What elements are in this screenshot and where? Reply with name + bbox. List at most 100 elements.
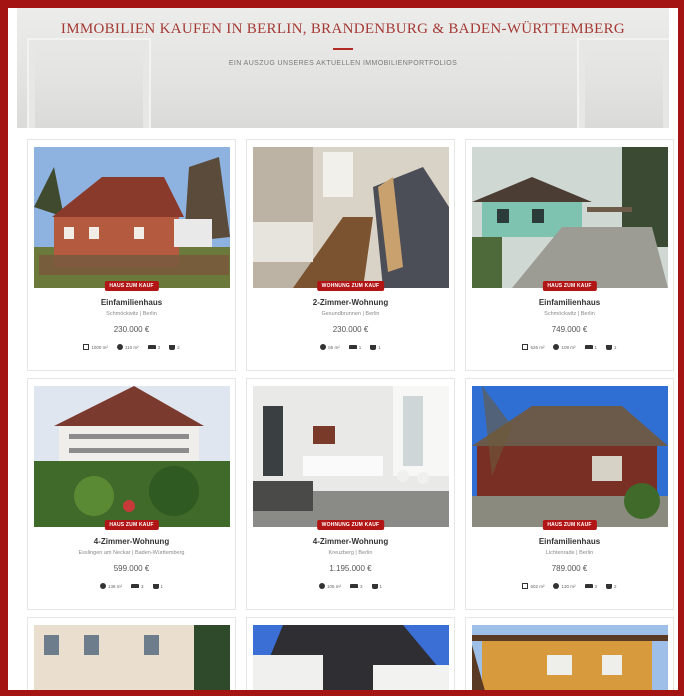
listing-features: 602 m² 130 m² 3 2 xyxy=(466,583,673,589)
area-icon xyxy=(522,583,529,589)
feature-value: 3 xyxy=(359,583,363,589)
listing-price: 749.000 € xyxy=(551,325,588,334)
listing-badge: HAUS ZUM KAUF xyxy=(542,281,597,291)
listing-card[interactable]: HAUS ZUM KAUF Einfamilienhaus Lichtenrad… xyxy=(465,378,674,610)
listing-photo[interactable] xyxy=(34,625,230,690)
hero-wall-panel xyxy=(577,38,669,128)
page-title: IMMOBILIEN KAUFEN IN BERLIN, BRANDENBURG… xyxy=(60,21,626,37)
bath-icon xyxy=(371,583,378,589)
feature-living: 109 m² xyxy=(553,344,576,350)
listing-title[interactable]: Einfamilienhaus xyxy=(28,298,235,307)
page-subtitle: EIN AUSZUG UNSERES AKTUELLEN IMMOBILIENP… xyxy=(228,60,458,67)
feature-rooms: 3 xyxy=(147,344,161,350)
hero-banner: IMMOBILIEN KAUFEN IN BERLIN, BRANDENBURG… xyxy=(17,8,669,128)
feature-value: 55 m² xyxy=(328,344,340,350)
bath-icon xyxy=(370,344,377,350)
title-divider xyxy=(333,48,353,50)
feature-value: 3 xyxy=(594,583,598,589)
listing-features: 1000 m² 110 m² 3 2 xyxy=(28,344,235,350)
feature-value: 1 xyxy=(379,583,383,589)
listing-price: 789.000 € xyxy=(551,564,588,573)
listing-card[interactable]: WOHNUNG ZUM KAUF 2-Zimmer-Wohnung Gesund… xyxy=(246,139,455,371)
listing-price: 1.195.000 € xyxy=(329,564,372,573)
listing-badge: WOHNUNG ZUM KAUF xyxy=(316,520,385,530)
globe-icon xyxy=(116,344,123,350)
feature-rooms: 3 xyxy=(584,583,598,589)
listing-title[interactable]: Einfamilienhaus xyxy=(466,298,673,307)
listing-features: 55 m² 1 1 xyxy=(247,344,454,350)
listing-photo[interactable] xyxy=(253,147,449,288)
listing-card[interactable] xyxy=(246,617,455,690)
listing-location: Schmöckwitz | Berlin xyxy=(544,311,595,317)
feature-baths: 1 xyxy=(606,344,617,350)
feature-baths: 2 xyxy=(606,583,617,589)
listing-photo[interactable] xyxy=(253,386,449,527)
area-icon xyxy=(83,344,90,350)
globe-icon xyxy=(320,344,327,350)
feature-rooms: 1 xyxy=(584,344,597,350)
feature-value: 2 xyxy=(177,344,180,350)
listing-badge: HAUS ZUM KAUF xyxy=(104,281,159,291)
globe-icon xyxy=(553,583,560,589)
bath-icon xyxy=(606,583,613,589)
listing-price: 599.000 € xyxy=(113,564,150,573)
bed-icon xyxy=(584,345,593,349)
listing-photo[interactable] xyxy=(472,625,668,690)
listing-features: 138 m² 3 1 xyxy=(28,583,235,589)
listing-price: 230.000 € xyxy=(113,325,150,334)
globe-icon xyxy=(318,583,325,589)
page-frame: IMMOBILIEN KAUFEN IN BERLIN, BRANDENBURG… xyxy=(8,8,678,690)
feature-living: 110 m² xyxy=(116,344,139,350)
listing-photo[interactable] xyxy=(472,147,668,288)
feature-baths: 2 xyxy=(169,344,180,350)
feature-value: 110 m² xyxy=(124,344,139,350)
feature-value: 2 xyxy=(614,583,617,589)
listing-location: Lichtenrade | Berlin xyxy=(545,550,594,556)
listing-title[interactable]: 2-Zimmer-Wohnung xyxy=(247,298,454,307)
listing-card[interactable]: HAUS ZUM KAUF Einfamilienhaus Schmöckwit… xyxy=(465,139,674,371)
feature-rooms: 3 xyxy=(130,583,144,589)
listing-card[interactable] xyxy=(27,617,236,690)
feature-baths: 1 xyxy=(152,583,164,589)
bed-icon xyxy=(349,584,358,588)
listing-location: Gesundbrunnen | Berlin xyxy=(321,311,380,317)
listing-card[interactable]: HAUS ZUM KAUF Einfamilienhaus Schmöckwit… xyxy=(27,139,236,371)
listing-title[interactable]: Einfamilienhaus xyxy=(466,537,673,546)
listing-price: 230.000 € xyxy=(332,325,369,334)
feature-value: 109 m² xyxy=(561,344,576,350)
listing-card[interactable]: HAUS ZUM KAUF 4-Zimmer-Wohnung Esslingen… xyxy=(27,378,236,610)
listing-location: Esslingen am Neckar | Baden-Württemberg xyxy=(78,550,185,556)
feature-value: 3 xyxy=(157,344,161,350)
feature-value: 1 xyxy=(160,583,164,589)
area-icon xyxy=(522,344,529,350)
globe-icon xyxy=(99,583,106,589)
feature-value: 105 m² xyxy=(326,583,341,589)
listing-photo[interactable] xyxy=(34,386,230,527)
feature-value: 130 m² xyxy=(561,583,576,589)
bed-icon xyxy=(348,345,357,349)
bed-icon xyxy=(130,584,139,588)
bath-icon xyxy=(169,344,176,350)
feature-rooms: 1 xyxy=(348,344,362,350)
feature-value: 1 xyxy=(378,344,381,350)
listing-features: 526 m² 109 m² 1 1 xyxy=(466,344,673,350)
feature-baths: 1 xyxy=(371,583,383,589)
listing-photo[interactable] xyxy=(472,386,668,527)
feature-living: 105 m² xyxy=(318,583,341,589)
listing-photo[interactable] xyxy=(34,147,230,288)
feature-plot: 602 m² xyxy=(522,583,544,589)
feature-rooms: 3 xyxy=(349,583,363,589)
feature-value: 1 xyxy=(358,344,362,350)
listing-card[interactable] xyxy=(465,617,674,690)
hero-wall-panel xyxy=(27,38,151,128)
feature-value: 526 m² xyxy=(530,344,545,350)
listing-title[interactable]: 4-Zimmer-Wohnung xyxy=(28,537,235,546)
listing-photo[interactable] xyxy=(253,625,449,690)
feature-living: 138 m² xyxy=(99,583,122,589)
listing-title[interactable]: 4-Zimmer-Wohnung xyxy=(247,537,454,546)
feature-baths: 1 xyxy=(370,344,381,350)
feature-plot: 1000 m² xyxy=(83,344,108,350)
listing-features: 105 m² 3 1 xyxy=(247,583,454,589)
listing-card[interactable]: WOHNUNG ZUM KAUF 4-Zimmer-Wohnung Kreuzb… xyxy=(246,378,455,610)
feature-value: 602 m² xyxy=(530,583,545,589)
